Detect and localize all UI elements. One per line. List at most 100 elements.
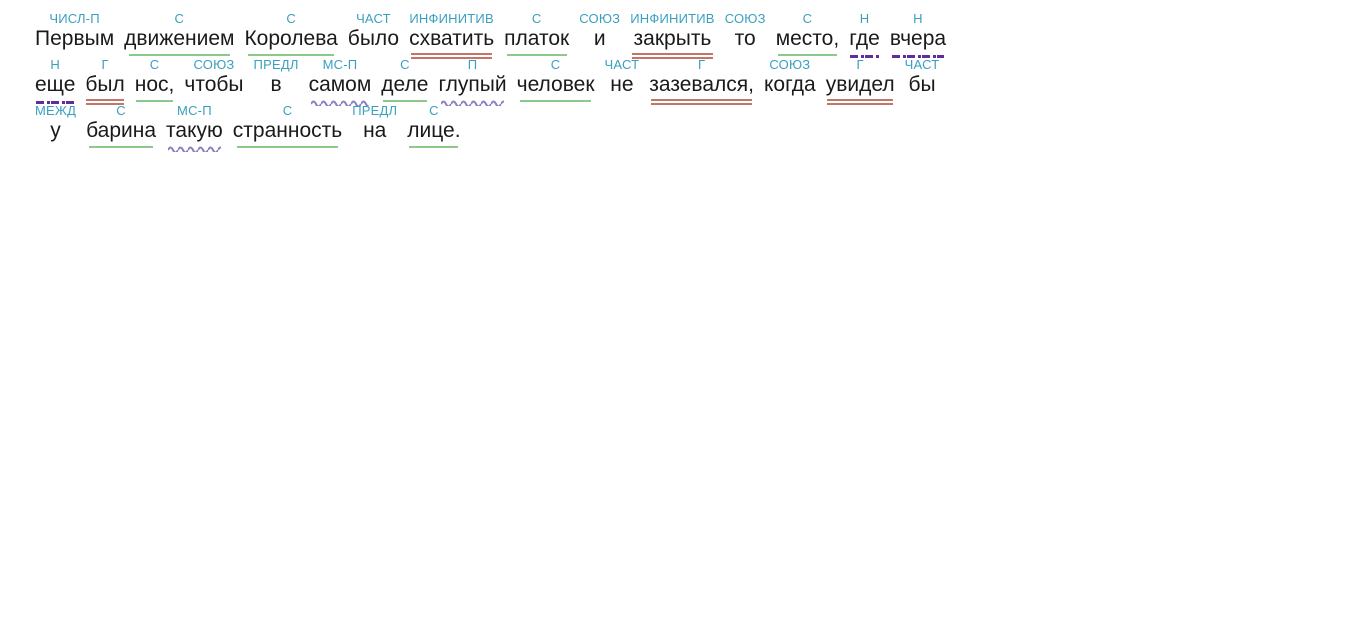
sentence-word[interactable]: платок [504,26,569,52]
sentence-word[interactable]: не [610,72,633,98]
member-underline-subject [233,145,342,152]
parse-token[interactable]: Счеловек [512,57,600,106]
pos-tag-label: С [286,11,296,26]
sentence-word[interactable]: у [50,118,61,144]
parse-token[interactable]: Слице. [402,103,465,152]
pos-tag-label: С [149,57,160,72]
pos-tag-label: МС-П [322,57,358,72]
pos-tag-label: ПРЕДЛ [253,57,299,72]
parse-token[interactable]: Нгде [844,11,885,60]
sentence-word[interactable]: барина [86,118,156,144]
parse-token[interactable]: С Королева [239,11,342,60]
sentence-word[interactable]: в [270,72,281,98]
sentence-word[interactable]: такую [166,118,223,144]
parse-token[interactable]: МЕЖД у [30,103,81,152]
parse-token[interactable]: Гбыл [80,57,129,106]
member-underline-predicate [826,99,895,106]
member-underline-predicate [649,99,754,106]
pos-tag-label: С [116,103,126,118]
pos-tag-label: Н [913,11,923,26]
parse-token[interactable]: ЧАСТ не [600,57,645,106]
sentence-word[interactable]: увидел [826,72,895,98]
pos-tag-label: ЧИСЛ-П [49,11,100,26]
pos-tag-label: СОЮЗ [724,11,766,26]
member-underline-subject [86,145,156,152]
sentence-word[interactable]: чтобы [184,72,243,98]
member-underline-none [35,145,76,152]
parse-token[interactable]: ЧАСТ бы [900,57,945,106]
pos-tag-label: СОЮЗ [579,11,621,26]
parse-token[interactable]: СОЮЗ чтобы [179,57,248,106]
member-underline-none [905,99,940,106]
sentence-word[interactable]: человек [517,72,595,98]
pos-tag-label: СОЮЗ [769,57,811,72]
parse-token[interactable]: СОЮЗ когда [759,57,821,106]
parse-token[interactable]: Гувидел [821,57,900,106]
pos-tag-label: Н [859,11,870,26]
parse-token[interactable]: Сбарина [81,103,161,152]
sentence-word[interactable]: бы [908,72,935,98]
parse-line: МЕЖД у Сбарина МС-П такую Сстранность ПРЕДЛ на С… [0,103,1350,152]
sentence-word[interactable]: и [594,26,606,52]
member-underline-attribute [166,145,223,152]
sentence-word[interactable]: вчера [890,26,946,52]
parse-token[interactable]: ПРЕДЛ в [249,57,304,106]
pos-tag-label: С [531,11,542,26]
sentence-word[interactable]: на [363,118,386,144]
sentence-word[interactable]: деле [381,72,428,98]
parse-token[interactable]: Неще [30,57,80,106]
pos-tag-label: ИНФИНИТИВ [409,11,494,26]
pos-tag-label: ЧАСТ [604,57,640,72]
sentence-word[interactable]: то [735,26,756,52]
pos-tag-label: С [429,103,439,118]
parse-line: ЧИСЛ-П Первым Сдвижением С Королева ЧАСТ было И… [0,11,1350,60]
pos-tag-label: С [400,57,410,72]
parse-token[interactable]: МС-П такую [161,103,228,152]
parse-token[interactable]: ИНФИНИТИВ схватить [404,11,499,60]
parse-token[interactable]: ЧАСТ было [343,11,404,60]
sentence-word[interactable]: нос, [135,72,175,98]
parse-token[interactable]: Сплаток [499,11,574,60]
sentence-word[interactable]: закрыть [634,26,712,52]
parse-token[interactable]: ПРЕДЛ на [347,103,402,152]
pos-tag-label: Н [50,57,60,72]
sentence-word[interactable]: движением [124,26,234,52]
sentence-word[interactable]: Первым [35,26,114,52]
parse-token[interactable]: Нвчера [885,11,951,60]
pos-tag-label: С [550,57,561,72]
sentence-word[interactable]: где [849,26,880,52]
sentence-word[interactable]: когда [764,72,816,98]
syntactic-parse-view: ЧИСЛ-П Первым Сдвижением С Королева ЧАСТ было И… [0,0,1350,152]
sentence-word[interactable]: зазевался, [649,72,754,98]
parse-token[interactable]: Сстранность [228,103,347,152]
sentence-word[interactable]: был [85,72,124,98]
parse-token[interactable]: Гзазевался, [644,57,759,106]
pos-tag-label: С [802,11,813,26]
sentence-word[interactable]: еще [35,72,75,98]
sentence-word[interactable]: Королева [244,26,337,52]
sentence-word[interactable]: глупый [438,72,506,98]
sentence-word[interactable]: место, [776,26,840,52]
parse-line: Неще Гбыл Снос, СОЮЗ чтобы ПРЕДЛ в МС-П самом Сде… [0,57,1350,106]
parse-token[interactable]: СОЮЗ то [720,11,771,60]
parse-token[interactable]: Снос, [130,57,180,106]
sentence-word[interactable]: странность [233,118,342,144]
parse-token[interactable]: СОЮЗ и [574,11,625,60]
sentence-word[interactable]: было [348,26,399,52]
pos-tag-label: ПРЕДЛ [352,103,398,118]
member-underline-none [605,99,640,106]
parse-token[interactable]: Пглупый [433,57,511,106]
parse-token[interactable]: МС-П самом [304,57,377,106]
pos-tag-label: МС-П [177,103,212,118]
sentence-word[interactable]: лице. [407,118,460,144]
member-underline-none [764,99,816,106]
sentence-word[interactable]: самом [309,72,372,98]
parse-token[interactable]: Сделе [376,57,433,106]
parse-token[interactable]: Сдвижением [119,11,239,60]
pos-tag-label: Г [697,57,706,72]
parse-token[interactable]: ЧИСЛ-П Первым [30,11,119,60]
sentence-word[interactable]: схватить [409,26,494,52]
parse-token[interactable]: ИНФИНИТИВ закрыть [625,11,719,60]
pos-tag-label: ИНФИНИТИВ [630,11,715,26]
parse-token[interactable]: Сместо, [771,11,845,60]
